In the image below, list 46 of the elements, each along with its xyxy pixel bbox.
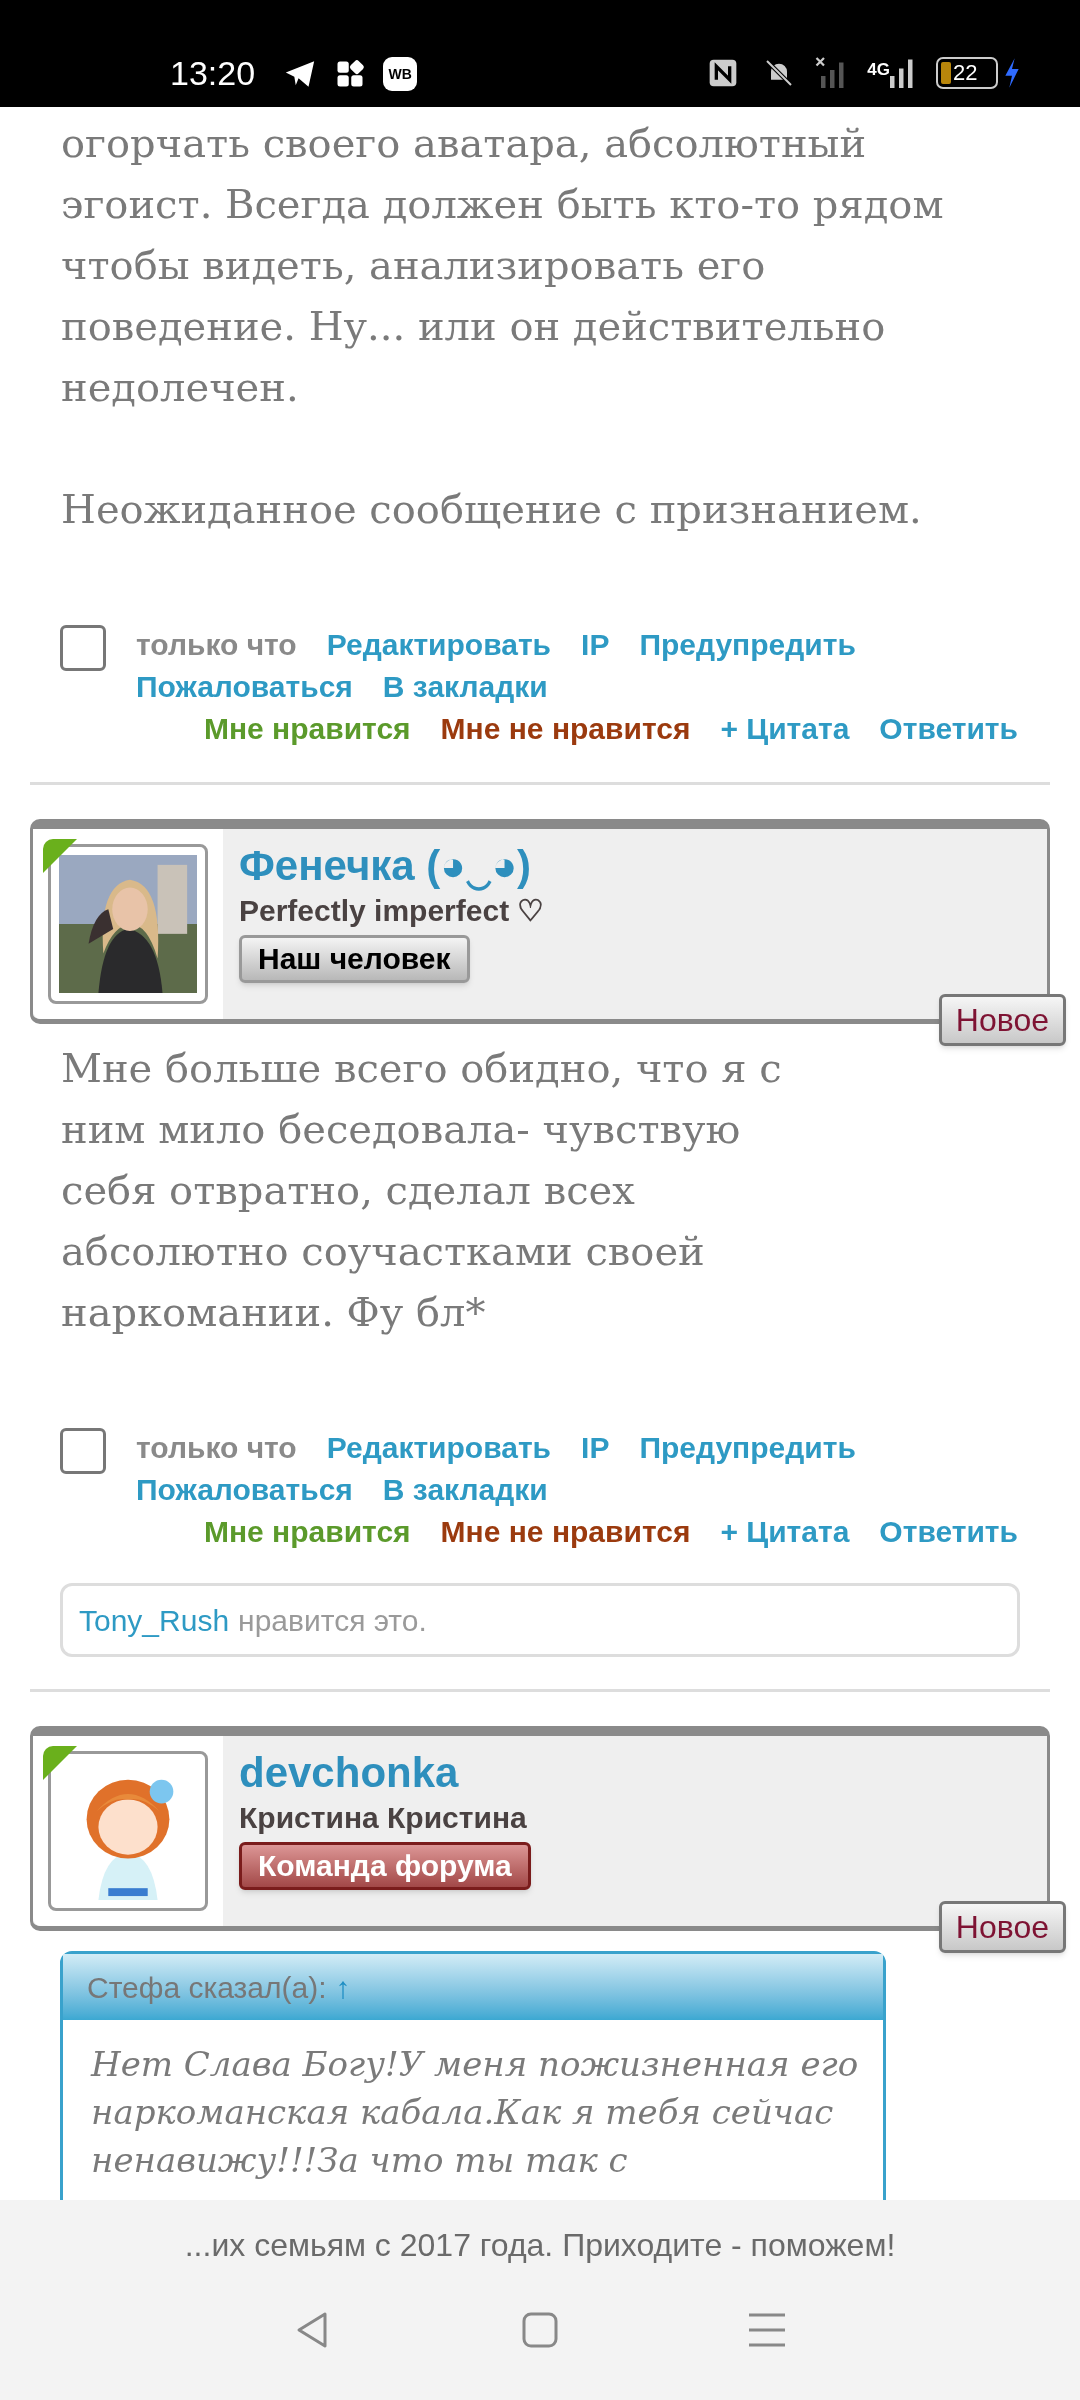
role-badge: Команда форума <box>239 1842 531 1890</box>
grid-icon <box>335 59 366 89</box>
status-time: 13:20 <box>170 53 256 93</box>
author-status: Perfectly imperfect ♡ <box>239 893 545 929</box>
like-link[interactable]: Мне нравится <box>203 708 411 750</box>
action-link[interactable]: Предупредить <box>639 624 856 666</box>
role-badge: Наш человек <box>239 935 470 983</box>
author-name[interactable]: devchonka <box>239 1748 531 1798</box>
action-link[interactable]: + Цитата <box>720 1511 850 1553</box>
action-link[interactable]: Редактировать <box>326 624 552 666</box>
user-link[interactable]: Tony_Rush <box>79 1597 230 1643</box>
action-link[interactable]: В закладки <box>382 666 548 708</box>
action-link[interactable]: IP <box>581 624 610 666</box>
quote-author: Стефа сказал(а): <box>87 1969 327 2006</box>
dislike-link[interactable]: Мне не нравится <box>440 708 691 750</box>
banner-text: ...их семьям с 2017 года. Приходите - поможем! <box>184 2226 896 2265</box>
post-paragraph: огорчать своего аватара, абсолютный эгоист. Всегда должен быть кто-то рядом чтобы видеть, анализировать его поведение. Ну... или он действительно недолечен. <box>61 119 945 412</box>
action-link[interactable]: В закладки <box>382 1469 548 1511</box>
post-time: только что <box>136 1430 297 1466</box>
likes-text: нравится это. <box>238 1602 427 1639</box>
quote-source-link[interactable]: ↑ <box>335 1964 351 2010</box>
new-badge: Новое <box>938 994 1066 1046</box>
home-icon[interactable] <box>520 2310 560 2350</box>
battery-level: 22 <box>953 61 978 85</box>
action-link[interactable]: Ответить <box>879 708 1018 750</box>
action-link[interactable]: IP <box>581 1427 610 1469</box>
post-paragraph: Мне больше всего обидно, что я с ним мило беседовала- чувствую себя отвратно, сделал всех абсолютно соучастками своей наркомании. Фу бл* <box>61 1044 783 1337</box>
action-link[interactable]: Ответить <box>879 1511 1018 1553</box>
action-link[interactable]: + Цитата <box>720 708 850 750</box>
checkbox[interactable] <box>60 1428 106 1474</box>
like-link[interactable]: Мне нравится <box>203 1511 411 1553</box>
post-time: только что <box>136 627 297 663</box>
new-badge: Новое <box>938 1901 1066 1953</box>
action-link[interactable]: Редактировать <box>326 1427 552 1469</box>
app-badge: WB <box>383 57 418 91</box>
post-paragraph: Неожиданное сообщение с признанием. <box>61 485 923 534</box>
action-link[interactable]: Пожаловаться <box>136 1469 353 1511</box>
dislike-link[interactable]: Мне не нравится <box>440 1511 691 1553</box>
network-type: 4G <box>867 61 890 79</box>
checkbox[interactable] <box>60 625 106 671</box>
action-link[interactable]: Предупредить <box>639 1427 856 1469</box>
action-link[interactable]: Пожаловаться <box>136 666 353 708</box>
quote-text: Нет Слава Богу!У меня пожизненная его наркоманская кабала.Как я тебя сейчас ненавижу!!!За что ты так с <box>89 2043 860 2182</box>
author-status: Кристина Кристина <box>239 1800 528 1836</box>
author-name[interactable]: Фенечка (◕‿◕) <box>239 841 545 891</box>
battery-fill-icon <box>941 62 951 84</box>
